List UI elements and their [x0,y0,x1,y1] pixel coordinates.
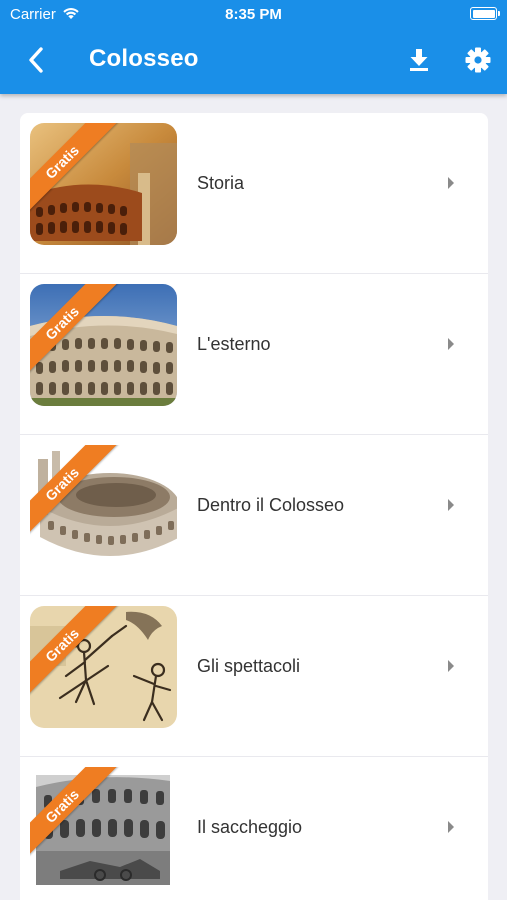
chapter-thumbnail: Gratis [30,284,177,406]
disclosure-arrow-icon [444,498,458,512]
settings-button[interactable] [462,44,494,76]
disclosure-arrow-icon [444,820,458,834]
disclosure-arrow-icon [444,659,458,673]
download-icon [410,49,428,71]
back-button[interactable] [20,42,52,78]
disclosure-arrow-icon [444,337,458,351]
list-item-l-esterno[interactable]: Gratis L'esterno [20,274,488,435]
chapter-list: Gratis Storia Gratis L'esterno Gratis De… [20,113,488,900]
list-item-label: Dentro il Colosseo [197,495,345,515]
battery-icon [470,7,500,20]
gear-icon [465,47,491,73]
status-bar: Carrier 8:35 PM [0,0,507,28]
chapter-thumbnail: Gratis [30,606,177,728]
chevron-left-icon [29,47,43,73]
list-item-label: Storia [197,173,245,193]
disclosure-arrow-icon [444,176,458,190]
chapter-thumbnail: Gratis [30,445,177,567]
list-item-il-saccheggio[interactable]: Gratis Il saccheggio [20,757,488,900]
list-item-label: L'esterno [197,334,271,354]
download-button[interactable] [404,44,434,76]
chapter-thumbnail: Gratis [30,767,177,889]
page-title: Colosseo [89,45,199,72]
list-item-gli-spettacoli[interactable]: Gratis Gli spettacoli [20,596,488,757]
list-item-label: Gli spettacoli [197,656,301,676]
app-bar: Carrier 8:35 PM Colosseo [0,0,507,94]
list-item-dentro-il-colosseo[interactable]: Gratis Dentro il Colosseo [20,435,488,596]
list-item-label: Il saccheggio [197,817,303,837]
chapter-thumbnail: Gratis [30,123,177,245]
list-item-storia[interactable]: Gratis Storia [20,113,488,274]
status-time: 8:35 PM [225,6,282,23]
